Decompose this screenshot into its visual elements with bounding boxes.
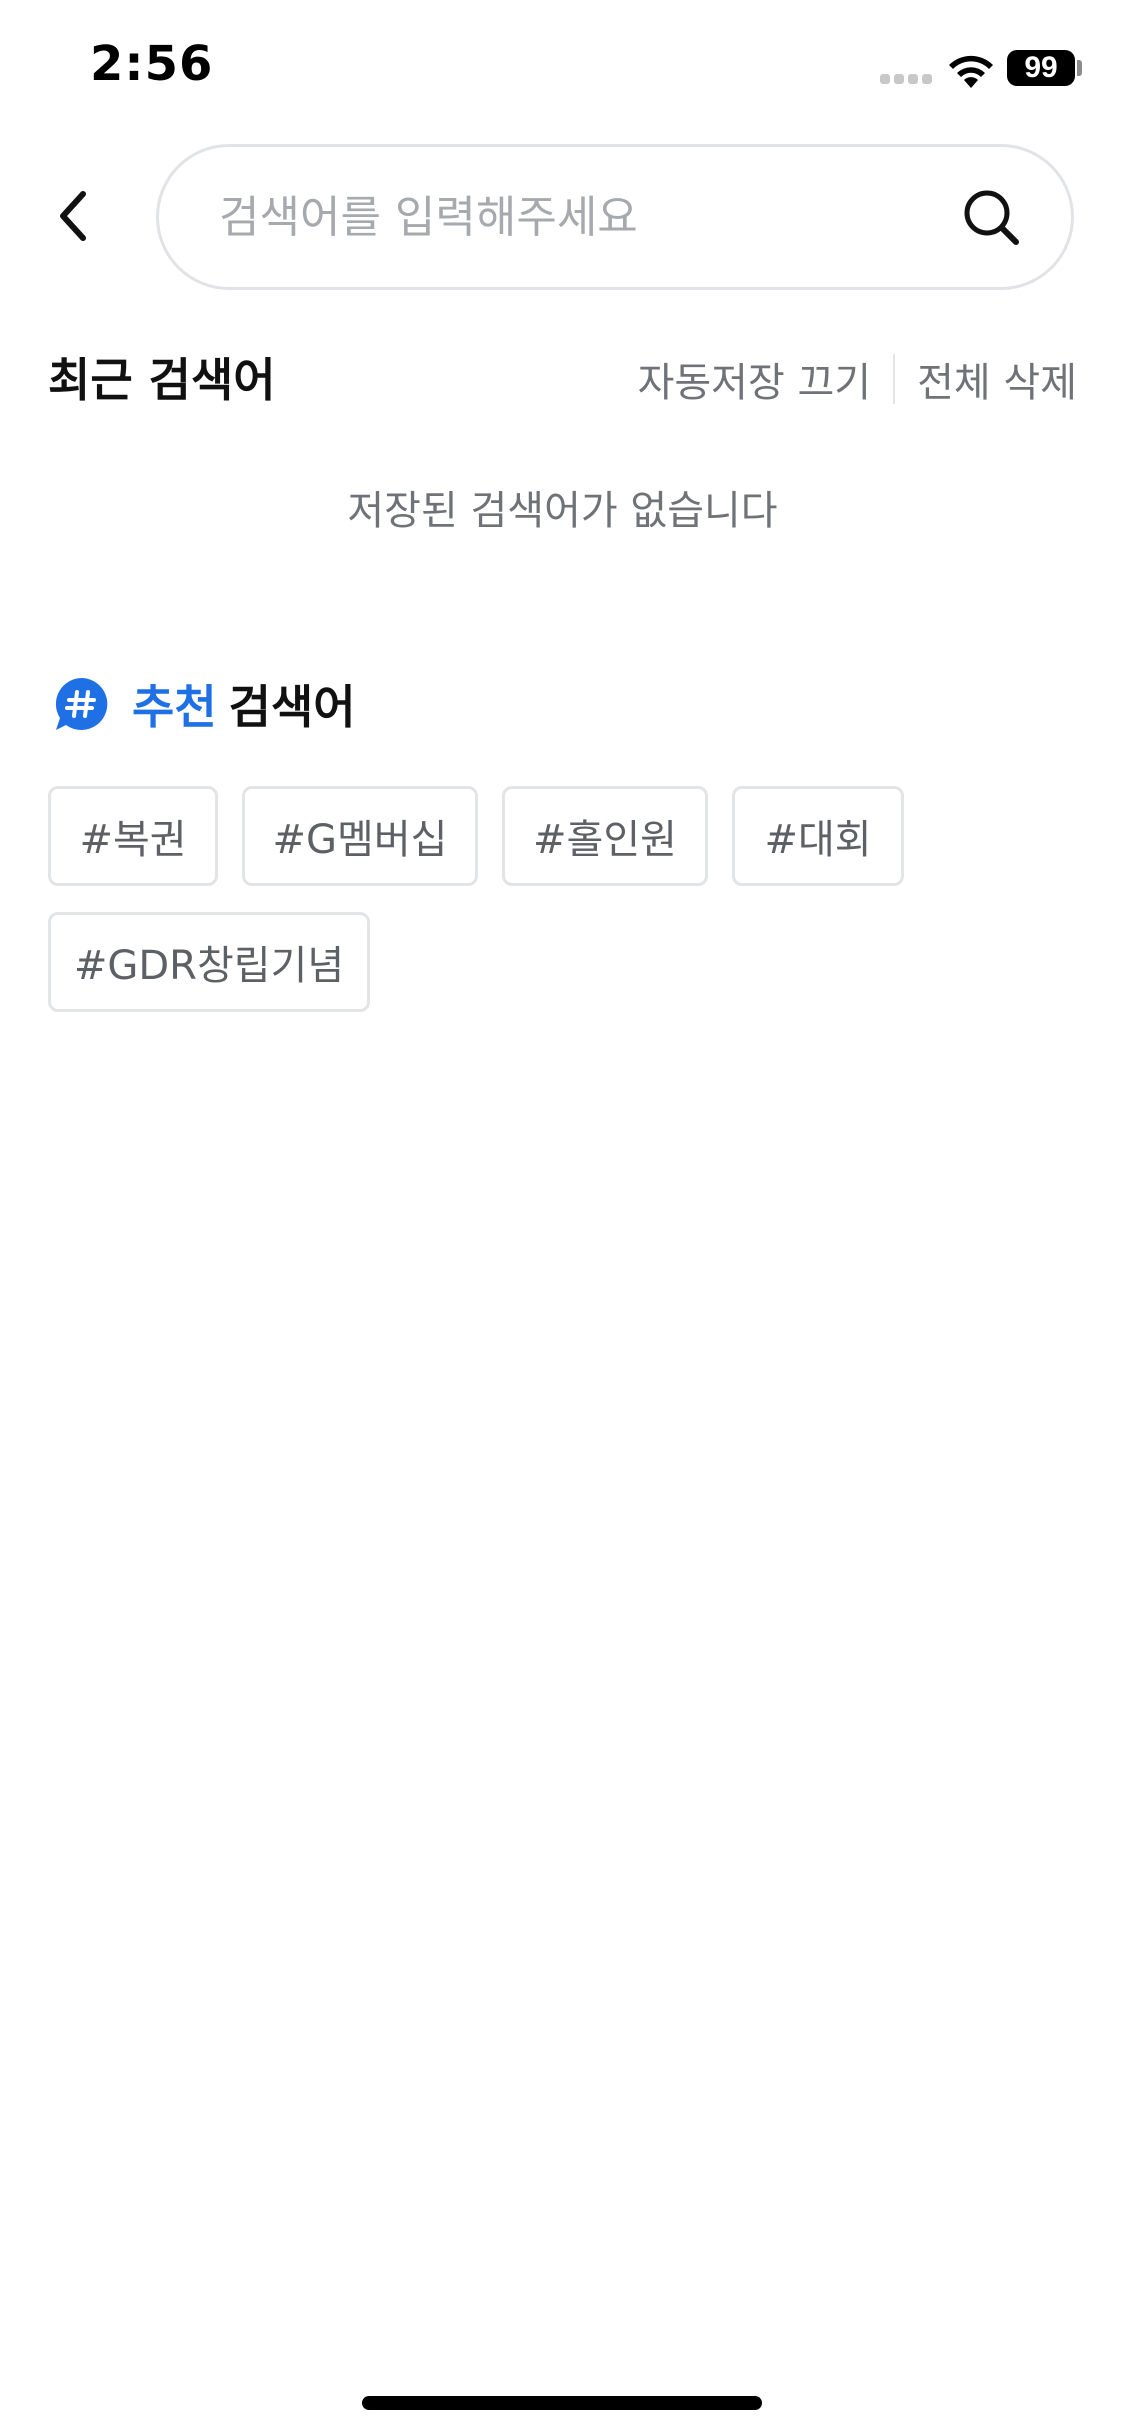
- recommended-header: 추천 검색어: [52, 672, 356, 736]
- hashtag-chat-icon: [55, 677, 108, 730]
- recommended-title: 검색어: [228, 680, 356, 734]
- status-bar: 2:56 99: [0, 0, 1125, 140]
- status-time: 2:56: [90, 36, 214, 92]
- tag-button[interactable]: #홀인원: [502, 786, 708, 886]
- battery-nub: [1077, 60, 1082, 76]
- empty-recent-message: 저장된 검색어가 없습니다: [347, 488, 778, 534]
- tag-button[interactable]: #대회: [732, 786, 904, 886]
- recommended-title-accent: 추천: [132, 680, 217, 734]
- delete-all-button[interactable]: 전체 삭제: [917, 350, 1077, 408]
- search-button[interactable]: [961, 187, 1021, 247]
- tag-button[interactable]: #G멤버십: [242, 786, 478, 886]
- tag-button[interactable]: #GDR창립기념: [48, 912, 370, 1012]
- recent-actions: 자동저장 끄기 전체 삭제: [638, 350, 1077, 408]
- wifi-icon: [949, 55, 993, 88]
- cellular-signal-icon: [880, 74, 932, 86]
- search-bar: [156, 144, 1074, 290]
- chevron-left-icon: [60, 191, 86, 241]
- battery-indicator: 99: [1007, 50, 1075, 86]
- tag-button[interactable]: #복권: [48, 786, 218, 886]
- home-indicator: [362, 2396, 762, 2410]
- search-input[interactable]: [219, 147, 899, 287]
- back-button[interactable]: [40, 176, 104, 256]
- search-icon: [964, 190, 1019, 245]
- auto-save-off-button[interactable]: 자동저장 끄기: [638, 350, 872, 408]
- divider: [893, 354, 896, 404]
- recent-searches-title: 최근 검색어: [48, 353, 276, 407]
